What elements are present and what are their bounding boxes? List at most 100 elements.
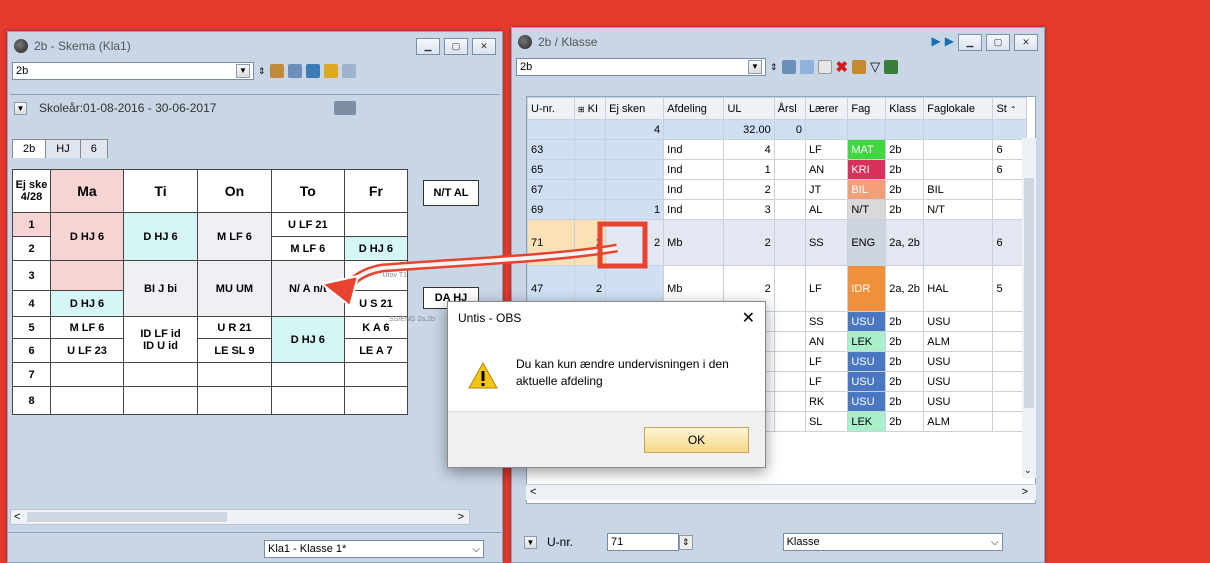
undo-icon[interactable]: [341, 64, 356, 78]
close-button[interactable]: ✕: [472, 37, 496, 55]
scroll-thumb[interactable]: [1024, 178, 1034, 408]
lesson-cell[interactable]: M LF 6: [270, 236, 345, 261]
ok-button[interactable]: OK: [644, 427, 749, 453]
column-header[interactable]: UL: [723, 97, 775, 120]
scroll-left-icon[interactable]: <: [14, 511, 20, 523]
column-header[interactable]: Fag: [847, 97, 887, 120]
spin-icon[interactable]: ⇕: [770, 62, 778, 73]
scroll-left-icon[interactable]: <: [530, 486, 536, 498]
scroll-right-icon[interactable]: >: [1022, 486, 1028, 498]
tab-6[interactable]: 6: [79, 139, 108, 158]
lesson-cell[interactable]: [50, 362, 124, 387]
table-row[interactable]: 65 Ind 1 AN KRI 2b 6: [527, 159, 1027, 180]
sort-icon[interactable]: [884, 60, 899, 74]
column-header[interactable]: Klass: [885, 97, 925, 120]
save-icon[interactable]: [305, 64, 320, 78]
column-header[interactable]: Afdeling: [663, 97, 725, 120]
minimize-button[interactable]: ▁: [958, 33, 982, 51]
lesson-cell[interactable]: LE SL 9: [197, 338, 272, 363]
horizontal-scrollbar[interactable]: < >: [10, 509, 470, 525]
lesson-cell[interactable]: [270, 386, 345, 415]
lesson-cell[interactable]: [270, 362, 345, 387]
chevron-down-icon[interactable]: ▼: [748, 60, 762, 74]
table-row[interactable]: 71 2 2 Mb 2 SS ENG 2a, 2b 6: [527, 219, 1027, 266]
scroll-down-icon[interactable]: ⌄: [1024, 465, 1032, 476]
scroll-up-icon[interactable]: ⌃: [1010, 105, 1017, 114]
lesson-cell[interactable]: D HJ 6: [50, 212, 124, 261]
class-combo[interactable]: 2b ▼: [516, 58, 766, 76]
close-button[interactable]: ✕: [1014, 33, 1038, 51]
chevron-down-icon[interactable]: ⌵: [991, 537, 999, 548]
lesson-cell[interactable]: Utov T1: [343, 260, 409, 291]
maximize-button[interactable]: ▢: [986, 33, 1010, 51]
column-header[interactable]: Faglokale: [923, 97, 994, 120]
table-row[interactable]: 63 Ind 4 LF MAT 2b 6: [527, 139, 1027, 160]
spin-icon[interactable]: ⇕: [258, 66, 266, 77]
play-icon[interactable]: ▶: [945, 34, 954, 51]
column-header[interactable]: Ej sken: [605, 97, 665, 120]
lesson-cell[interactable]: [343, 386, 409, 415]
lesson-cell[interactable]: [122, 386, 199, 415]
chevron-down-icon[interactable]: ▼: [236, 64, 250, 78]
lesson-cell[interactable]: U S 21: [343, 290, 409, 317]
table-row[interactable]: 67 Ind 2 JT BIL 2b BIL: [527, 179, 1027, 200]
lesson-cell[interactable]: U LF 21: [270, 212, 345, 237]
tab-hj[interactable]: HJ: [45, 139, 81, 158]
class-selector-combo[interactable]: Kla1 - Klasse 1* ⌵: [264, 540, 484, 558]
play-icon[interactable]: ▶: [932, 34, 941, 51]
lesson-cell[interactable]: [122, 362, 199, 387]
lesson-cell[interactable]: ID LF id ID U id: [122, 316, 199, 363]
grid-icon[interactable]: [287, 64, 302, 78]
unr-input[interactable]: 71: [607, 533, 680, 551]
delete-icon[interactable]: ✖: [836, 58, 849, 76]
column-header[interactable]: Lærer: [804, 97, 849, 120]
expand-icon[interactable]: ⊞: [578, 105, 585, 114]
chevron-down-icon[interactable]: ⌵: [472, 544, 480, 555]
column-header[interactable]: St ⌃: [992, 97, 1027, 120]
grid-icon[interactable]: [781, 60, 796, 74]
column-header[interactable]: U-nr.: [527, 97, 575, 120]
list-icon[interactable]: [799, 60, 814, 74]
filter-icon[interactable]: ▽: [870, 59, 880, 75]
lesson-cell[interactable]: U R 21: [197, 316, 272, 339]
nt-al-box[interactable]: N/T AL: [423, 180, 479, 206]
horizontal-scrollbar[interactable]: < >: [526, 484, 1036, 500]
lesson-cell[interactable]: U LF 23: [50, 338, 124, 363]
close-icon[interactable]: ✕: [742, 308, 755, 328]
lesson-cell[interactable]: MU UM: [197, 260, 272, 317]
lesson-cell[interactable]: D HJ 6: [122, 212, 199, 261]
element-type-combo[interactable]: Klasse ⌵: [782, 533, 1003, 551]
minimize-button[interactable]: ▁: [416, 37, 440, 55]
lesson-cell[interactable]: [197, 386, 272, 415]
lesson-cell[interactable]: M LF 6: [197, 212, 272, 261]
lesson-cell[interactable]: [343, 212, 409, 237]
lock-icon[interactable]: [323, 64, 338, 78]
collapse-icon[interactable]: ▼: [524, 535, 537, 549]
scroll-thumb[interactable]: [27, 512, 227, 522]
scroll-right-icon[interactable]: >: [458, 511, 464, 523]
collapse-icon[interactable]: ▼: [14, 101, 27, 115]
lesson-cell[interactable]: [50, 386, 124, 415]
lesson-cell[interactable]: D HJ 6: [270, 316, 345, 363]
column-header[interactable]: ⊞ KI: [573, 97, 607, 120]
table-row[interactable]: 69 1 Ind 3 AL N/T 2b N/T: [527, 199, 1027, 220]
lesson-cell[interactable]: BI J bi: [122, 260, 199, 317]
people-icon[interactable]: [269, 64, 284, 78]
tab-2b[interactable]: 2b: [12, 139, 47, 158]
lesson-cell[interactable]: [197, 362, 272, 387]
lesson-cell[interactable]: LE A 7: [343, 338, 409, 363]
class-combo[interactable]: 2b ▼: [12, 62, 254, 80]
lesson-cell[interactable]: M LF 6: [50, 316, 124, 339]
calendar-icon[interactable]: [334, 101, 357, 115]
column-header[interactable]: Årsl: [773, 97, 806, 120]
lesson-cell[interactable]: [343, 362, 409, 387]
lesson-cell[interactable]: D HJ 6: [50, 290, 124, 317]
maximize-button[interactable]: ▢: [444, 37, 468, 55]
lesson-cell[interactable]: D HJ 6: [343, 236, 409, 261]
new-icon[interactable]: [817, 60, 832, 74]
report-icon[interactable]: [852, 60, 867, 74]
unr-spinner[interactable]: ⇕: [679, 534, 693, 550]
lesson-cell[interactable]: [50, 260, 124, 291]
vertical-scrollbar[interactable]: ⌄: [1022, 138, 1036, 478]
lesson-cell[interactable]: N/ A n/t: [270, 260, 345, 317]
